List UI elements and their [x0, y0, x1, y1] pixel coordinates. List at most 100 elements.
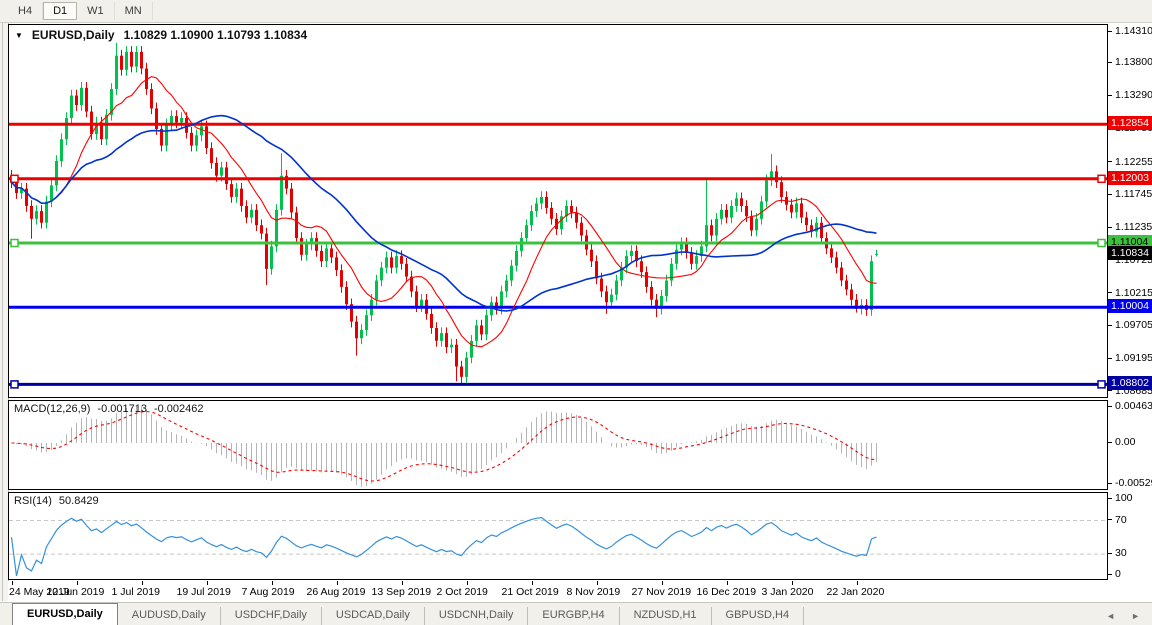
axis-tick: [1108, 442, 1112, 443]
rsi-label: RSI(14): [14, 495, 52, 507]
price-axis-label: 1.11745: [1115, 188, 1152, 200]
axis-tick: [1108, 194, 1112, 195]
price-badge-1.08802: 1.08802: [1108, 376, 1152, 390]
tab-usdcnh-daily[interactable]: USDCNH,Daily: [425, 607, 529, 625]
rsi-panel[interactable]: RSI(14) 50.8429: [8, 492, 1108, 580]
date-label: 21 Oct 2019: [502, 586, 559, 598]
date-tick: [12, 581, 13, 585]
axis-tick: [1108, 358, 1112, 359]
tab-audusd-daily[interactable]: AUDUSD,Daily: [118, 607, 221, 625]
rsi-axis-label: 70: [1115, 514, 1127, 526]
axis-tick: [1108, 95, 1112, 96]
date-tick: [662, 581, 663, 585]
price-badge-1.12854: 1.12854: [1108, 116, 1152, 130]
tab-scroll-right-icon[interactable]: ►: [1131, 611, 1140, 621]
axis-tick: [1108, 161, 1112, 162]
tab-scroll-left-icon[interactable]: ◄: [1106, 611, 1115, 621]
time-axis[interactable]: 24 May 201912 Jun 20191 Jul 201919 Jul 2…: [8, 581, 1108, 601]
timeframe-button-d1[interactable]: D1: [43, 2, 77, 20]
axis-tick: [1108, 553, 1112, 554]
chart-ohlc-values: 1.10829 1.10900 1.10793 1.10834: [124, 28, 308, 42]
tab-nzdusd-h1[interactable]: NZDUSD,H1: [620, 607, 712, 625]
axis-tick: [1108, 574, 1112, 575]
date-tick: [597, 581, 598, 585]
axis-tick: [1108, 62, 1112, 63]
chart-tabs: EURUSD,DailyAUDUSD,DailyUSDCHF,DailyUSDC…: [0, 602, 1152, 625]
date-label: 16 Dec 2019: [697, 586, 757, 598]
hline-handle-1.12003[interactable]: [11, 175, 18, 182]
chart-symbol-label: EURUSD,Daily: [32, 28, 115, 42]
axis-tick: [1108, 227, 1112, 228]
price-badge-1.12003: 1.12003: [1108, 171, 1152, 185]
date-label: 1 Jul 2019: [112, 586, 160, 598]
date-label: 7 Aug 2019: [242, 586, 295, 598]
macd-label-row: MACD(12,26,9) -0.001713 -0.002462: [14, 403, 204, 415]
date-label: 12 Jun 2019: [47, 586, 105, 598]
price-badge-1.10004: 1.10004: [1108, 299, 1152, 313]
macd-axis-label: -0.005299: [1115, 477, 1152, 489]
price-axis-label: 1.12255: [1115, 156, 1152, 168]
price-axis-label: 1.14310: [1115, 25, 1152, 37]
date-label: 26 Aug 2019: [307, 586, 366, 598]
hline-handle-1.08802[interactable]: [11, 381, 18, 388]
date-label: 22 Jan 2020: [827, 586, 885, 598]
tab-usdchf-daily[interactable]: USDCHF,Daily: [221, 607, 322, 625]
date-tick: [532, 581, 533, 585]
rsi-axis-label: 0: [1115, 568, 1121, 580]
axis-tick: [1108, 325, 1112, 326]
date-tick: [857, 581, 858, 585]
date-tick: [792, 581, 793, 585]
date-tick: [727, 581, 728, 585]
current-price-badge: 1.10834: [1108, 246, 1152, 260]
hline-handle-1.11004[interactable]: [1098, 240, 1105, 247]
date-tick: [207, 581, 208, 585]
axis-tick: [1108, 292, 1112, 293]
rsi-label-row: RSI(14) 50.8429: [14, 495, 99, 507]
date-label: 13 Sep 2019: [372, 586, 432, 598]
timeframe-button-mn[interactable]: MN: [115, 2, 153, 20]
tab-eurusd-daily[interactable]: EURUSD,Daily: [12, 603, 118, 625]
rsi-axis-label: 100: [1115, 492, 1133, 504]
tab-gbpusd-h4[interactable]: GBPUSD,H4: [712, 607, 805, 625]
macd-label: MACD(12,26,9): [14, 403, 90, 415]
timeframe-button-h4[interactable]: H4: [8, 2, 43, 20]
macd-signal-value: -0.002462: [154, 403, 204, 415]
axis-tick: [1108, 483, 1112, 484]
price-axis-label: 1.09705: [1115, 319, 1152, 331]
date-tick: [467, 581, 468, 585]
date-label: 8 Nov 2019: [567, 586, 621, 598]
chart-title: ▼ EURUSD,Daily 1.10829 1.10900 1.10793 1…: [15, 28, 307, 42]
rsi-line: [12, 518, 877, 577]
axis-tick: [1108, 498, 1112, 499]
date-label: 19 Jul 2019: [177, 586, 231, 598]
price-axis-label: 1.13290: [1115, 89, 1152, 101]
macd-axis-label: 0.00463: [1115, 400, 1152, 412]
hline-handle-1.12003[interactable]: [1098, 175, 1105, 182]
price-axis[interactable]: 1.143101.138001.132901.127801.122551.117…: [1108, 24, 1152, 581]
axis-tick: [1108, 519, 1112, 520]
tab-eurgbp-h4[interactable]: EURGBP,H4: [528, 607, 619, 625]
macd-main-value: -0.001713: [97, 403, 147, 415]
date-tick: [402, 581, 403, 585]
hline-handle-1.08802[interactable]: [1098, 381, 1105, 388]
mt4-chart-window: { "toolbar": { "buttons": [ {"label": "H…: [0, 0, 1152, 625]
timeframe-button-w1[interactable]: W1: [77, 2, 115, 20]
date-label: 2 Oct 2019: [437, 586, 488, 598]
macd-panel[interactable]: MACD(12,26,9) -0.001713 -0.002462: [8, 400, 1108, 490]
rsi-chart: [9, 493, 1107, 579]
rsi-axis-label: 30: [1115, 547, 1127, 559]
price-axis-label: 1.10215: [1115, 287, 1152, 299]
tab-usdcad-daily[interactable]: USDCAD,Daily: [322, 607, 425, 625]
price-axis-label: 1.13800: [1115, 56, 1152, 68]
price-chart-panel[interactable]: ▼ EURUSD,Daily 1.10829 1.10900 1.10793 1…: [8, 24, 1108, 398]
date-label: 3 Jan 2020: [762, 586, 814, 598]
axis-tick: [1108, 390, 1112, 391]
symbol-dropdown-icon[interactable]: ▼: [15, 31, 23, 40]
macd-axis-label: 0.00: [1115, 436, 1135, 448]
date-tick: [142, 581, 143, 585]
tab-scroll-arrows: ◄►: [1106, 611, 1152, 625]
rsi-value: 50.8429: [59, 495, 99, 507]
price-axis-label: 1.09195: [1115, 352, 1152, 364]
date-tick: [337, 581, 338, 585]
hline-handle-1.11004[interactable]: [11, 240, 18, 247]
